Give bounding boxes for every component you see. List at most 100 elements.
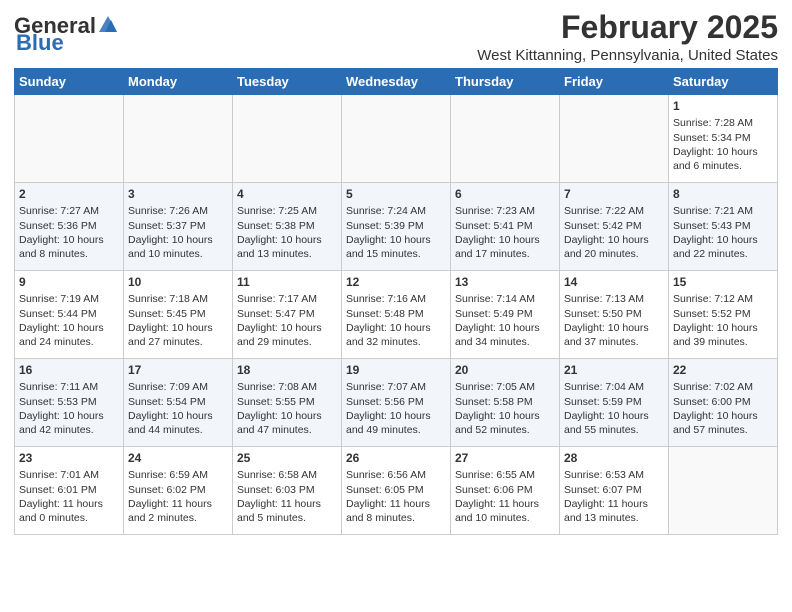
day-info: Sunrise: 7:13 AMSunset: 5:50 PMDaylight:… [564, 292, 664, 349]
day-info: Sunrise: 7:25 AMSunset: 5:38 PMDaylight:… [237, 204, 337, 261]
day-info: Sunrise: 7:19 AMSunset: 5:44 PMDaylight:… [19, 292, 119, 349]
day-number: 22 [673, 362, 773, 378]
day-number: 10 [128, 274, 228, 290]
col-friday: Friday [560, 69, 669, 95]
col-monday: Monday [124, 69, 233, 95]
calendar-week-row: 1 Sunrise: 7:28 AMSunset: 5:34 PMDaylight… [15, 95, 778, 183]
table-row: 10 Sunrise: 7:18 AMSunset: 5:45 PMDayligh… [124, 271, 233, 359]
day-info: Sunrise: 7:11 AMSunset: 5:53 PMDaylight:… [19, 380, 119, 437]
calendar-week-row: 16Sunrise: 7:11 AMSunset: 5:53 PMDayligh… [15, 359, 778, 447]
table-row [124, 95, 233, 183]
day-number: 1 [673, 98, 773, 114]
table-row: 20 Sunrise: 7:05 AMSunset: 5:58 PMDayligh… [451, 359, 560, 447]
day-number: 9 [19, 274, 119, 290]
logo-blue-text: Blue [16, 32, 64, 54]
day-info: Sunrise: 6:53 AMSunset: 6:07 PMDaylight:… [564, 468, 664, 525]
table-row: 5 Sunrise: 7:24 AMSunset: 5:39 PMDaylight… [342, 183, 451, 271]
day-number: 21 [564, 362, 664, 378]
table-row: 3 Sunrise: 7:26 AMSunset: 5:37 PMDaylight… [124, 183, 233, 271]
table-row: 18 Sunrise: 7:08 AMSunset: 5:55 PMDayligh… [233, 359, 342, 447]
day-info: Sunrise: 7:21 AMSunset: 5:43 PMDaylight:… [673, 204, 773, 261]
day-number: 14 [564, 274, 664, 290]
day-number: 5 [346, 186, 446, 202]
day-number: 11 [237, 274, 337, 290]
table-row: 2 Sunrise: 7:27 AMSunset: 5:36 PMDaylight… [15, 183, 124, 271]
main-title: February 2025 [477, 10, 778, 45]
col-sunday: Sunday [15, 69, 124, 95]
day-number: 7 [564, 186, 664, 202]
day-info: Sunrise: 7:16 AMSunset: 5:48 PMDaylight:… [346, 292, 446, 349]
header: General Blue February 2025 West Kittanni… [14, 10, 778, 64]
logo-icon [97, 14, 119, 34]
day-number: 24 [128, 450, 228, 466]
table-row: 4Sunrise: 7:25 AMSunset: 5:38 PMDaylight… [233, 183, 342, 271]
day-number: 8 [673, 186, 773, 202]
day-info: Sunrise: 7:17 AMSunset: 5:47 PMDaylight:… [237, 292, 337, 349]
col-tuesday: Tuesday [233, 69, 342, 95]
day-info: Sunrise: 7:04 AMSunset: 5:59 PMDaylight:… [564, 380, 664, 437]
day-number: 18 [237, 362, 337, 378]
day-number: 13 [455, 274, 555, 290]
table-row: 6 Sunrise: 7:23 AMSunset: 5:41 PMDaylight… [451, 183, 560, 271]
logo: General Blue [14, 14, 119, 54]
day-info: Sunrise: 7:09 AMSunset: 5:54 PMDaylight:… [128, 380, 228, 437]
day-number: 17 [128, 362, 228, 378]
day-info: Sunrise: 7:12 AMSunset: 5:52 PMDaylight:… [673, 292, 773, 349]
col-wednesday: Wednesday [342, 69, 451, 95]
table-row: 27Sunrise: 6:55 AMSunset: 6:06 PMDayligh… [451, 447, 560, 535]
day-number: 3 [128, 186, 228, 202]
calendar-week-row: 2 Sunrise: 7:27 AMSunset: 5:36 PMDaylight… [15, 183, 778, 271]
day-info: Sunrise: 7:22 AMSunset: 5:42 PMDaylight:… [564, 204, 664, 261]
title-block: February 2025 West Kittanning, Pennsylva… [477, 10, 778, 64]
table-row: 12 Sunrise: 7:16 AMSunset: 5:48 PMDayligh… [342, 271, 451, 359]
table-row: 28Sunrise: 6:53 AMSunset: 6:07 PMDayligh… [560, 447, 669, 535]
day-info: Sunrise: 7:18 AMSunset: 5:45 PMDaylight:… [128, 292, 228, 349]
col-thursday: Thursday [451, 69, 560, 95]
table-row: 23Sunrise: 7:01 AMSunset: 6:01 PMDayligh… [15, 447, 124, 535]
day-number: 27 [455, 450, 555, 466]
table-row: 13Sunrise: 7:14 AMSunset: 5:49 PMDayligh… [451, 271, 560, 359]
day-info: Sunrise: 6:56 AMSunset: 6:05 PMDaylight:… [346, 468, 446, 525]
calendar-header-row: Sunday Monday Tuesday Wednesday Thursday… [15, 69, 778, 95]
day-info: Sunrise: 7:23 AMSunset: 5:41 PMDaylight:… [455, 204, 555, 261]
day-info: Sunrise: 6:58 AMSunset: 6:03 PMDaylight:… [237, 468, 337, 525]
table-row: 17 Sunrise: 7:09 AMSunset: 5:54 PMDayligh… [124, 359, 233, 447]
day-number: 26 [346, 450, 446, 466]
day-info: Sunrise: 7:27 AMSunset: 5:36 PMDaylight:… [19, 204, 119, 261]
calendar-week-row: 9 Sunrise: 7:19 AMSunset: 5:44 PMDaylight… [15, 271, 778, 359]
day-info: Sunrise: 7:24 AMSunset: 5:39 PMDaylight:… [346, 204, 446, 261]
day-number: 12 [346, 274, 446, 290]
table-row: 19 Sunrise: 7:07 AMSunset: 5:56 PMDayligh… [342, 359, 451, 447]
table-row: 24 Sunrise: 6:59 AMSunset: 6:02 PMDayligh… [124, 447, 233, 535]
day-info: Sunrise: 7:26 AMSunset: 5:37 PMDaylight:… [128, 204, 228, 261]
table-row [342, 95, 451, 183]
table-row: 21 Sunrise: 7:04 AMSunset: 5:59 PMDayligh… [560, 359, 669, 447]
table-row: 8 Sunrise: 7:21 AMSunset: 5:43 PMDaylight… [669, 183, 778, 271]
table-row: 16Sunrise: 7:11 AMSunset: 5:53 PMDayligh… [15, 359, 124, 447]
calendar-table: Sunday Monday Tuesday Wednesday Thursday… [14, 68, 778, 535]
table-row [15, 95, 124, 183]
table-row: 9 Sunrise: 7:19 AMSunset: 5:44 PMDaylight… [15, 271, 124, 359]
table-row: 22 Sunrise: 7:02 AMSunset: 6:00 PMDayligh… [669, 359, 778, 447]
day-info: Sunrise: 7:28 AMSunset: 5:34 PMDaylight:… [673, 116, 773, 173]
day-info: Sunrise: 6:59 AMSunset: 6:02 PMDaylight:… [128, 468, 228, 525]
day-info: Sunrise: 7:07 AMSunset: 5:56 PMDaylight:… [346, 380, 446, 437]
table-row: 25 Sunrise: 6:58 AMSunset: 6:03 PMDayligh… [233, 447, 342, 535]
day-number: 25 [237, 450, 337, 466]
table-row: 15 Sunrise: 7:12 AMSunset: 5:52 PMDayligh… [669, 271, 778, 359]
calendar-week-row: 23Sunrise: 7:01 AMSunset: 6:01 PMDayligh… [15, 447, 778, 535]
day-info: Sunrise: 7:01 AMSunset: 6:01 PMDaylight:… [19, 468, 119, 525]
day-info: Sunrise: 7:05 AMSunset: 5:58 PMDaylight:… [455, 380, 555, 437]
table-row: 1 Sunrise: 7:28 AMSunset: 5:34 PMDaylight… [669, 95, 778, 183]
day-info: Sunrise: 7:08 AMSunset: 5:55 PMDaylight:… [237, 380, 337, 437]
day-info: Sunrise: 7:02 AMSunset: 6:00 PMDaylight:… [673, 380, 773, 437]
day-number: 19 [346, 362, 446, 378]
table-row: 14 Sunrise: 7:13 AMSunset: 5:50 PMDayligh… [560, 271, 669, 359]
table-row: 11 Sunrise: 7:17 AMSunset: 5:47 PMDayligh… [233, 271, 342, 359]
day-number: 20 [455, 362, 555, 378]
col-saturday: Saturday [669, 69, 778, 95]
day-number: 15 [673, 274, 773, 290]
table-row: 7 Sunrise: 7:22 AMSunset: 5:42 PMDaylight… [560, 183, 669, 271]
day-number: 2 [19, 186, 119, 202]
day-number: 6 [455, 186, 555, 202]
